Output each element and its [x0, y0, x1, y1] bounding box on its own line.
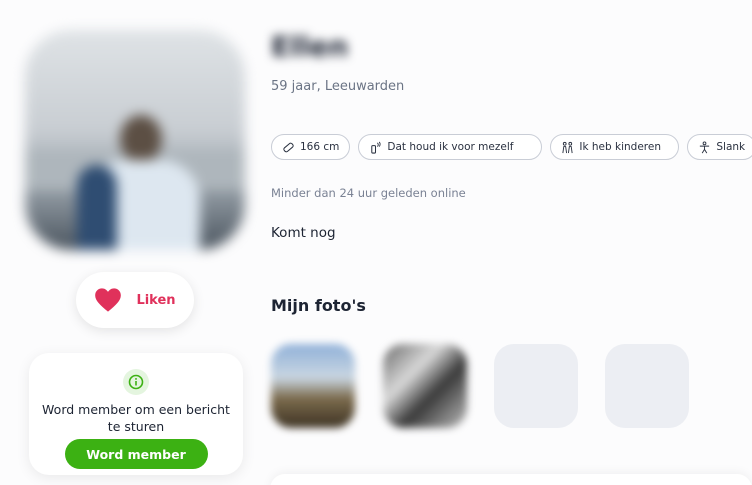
member-message: Word member om een bericht te sturen — [42, 402, 230, 434]
online-status: Minder dan 24 uur geleden online — [271, 186, 466, 200]
profile-tags: 166 cm Dat houd ik voor mezelf Ik heb ki… — [271, 134, 752, 160]
photo-thumbnail[interactable] — [383, 344, 467, 428]
about-text: Komt nog — [271, 225, 336, 241]
body-icon — [700, 140, 710, 153]
photos-title: Mijn foto's — [271, 296, 366, 315]
info-icon — [123, 369, 149, 395]
photo-placeholder — [494, 344, 578, 428]
tag-label: Ik heb kinderen — [579, 141, 662, 153]
ruler-icon — [283, 142, 294, 152]
tag-body-type: Slank — [687, 134, 752, 160]
photo-person-head — [120, 115, 162, 163]
tag-label: 166 cm — [300, 141, 340, 153]
photo-person-jacket — [77, 165, 117, 250]
smoking-icon — [371, 141, 381, 154]
profile-age-city: 59 jaar, Leeuwarden — [271, 79, 405, 94]
word-member-button[interactable]: Word member — [64, 439, 208, 469]
bottom-card — [270, 474, 752, 485]
tag-height: 166 cm — [271, 134, 351, 160]
tag-label: Slank — [716, 141, 746, 153]
tag-smoking: Dat houd ik voor mezelf — [358, 134, 543, 160]
tag-label: Dat houd ik voor mezelf — [387, 141, 514, 153]
tag-children: Ik heb kinderen — [550, 134, 680, 160]
like-label: Liken — [136, 292, 176, 308]
photo-placeholder — [605, 344, 689, 428]
member-card: Word member om een bericht te sturen Wor… — [29, 353, 243, 475]
kids-icon — [562, 141, 573, 153]
profile-name: Ellen — [271, 30, 349, 63]
profile-photo[interactable] — [25, 30, 245, 250]
heart-icon — [95, 288, 122, 312]
like-button[interactable]: Liken — [76, 272, 194, 328]
photo-thumbnail[interactable] — [271, 344, 355, 428]
